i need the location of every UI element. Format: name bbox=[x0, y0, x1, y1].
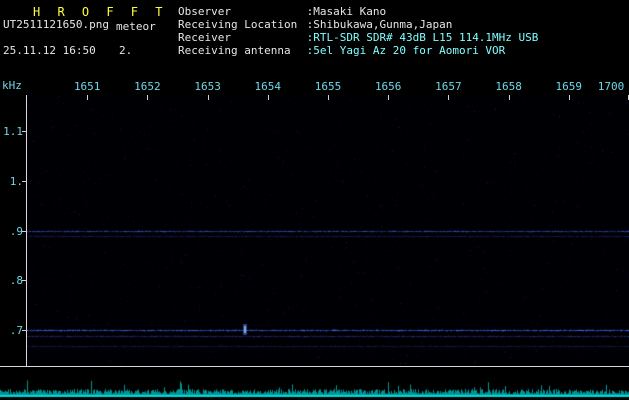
time-axis-label: 1653 bbox=[194, 80, 221, 93]
time-axis-label: 1659 bbox=[555, 80, 583, 93]
signal-level-canvas bbox=[0, 368, 629, 399]
info-label: Receiving antenna bbox=[178, 44, 291, 57]
time-axis-label: 1658 bbox=[495, 80, 522, 93]
info-label: Receiver bbox=[178, 31, 231, 44]
freq-axis-unit: kHz bbox=[2, 79, 22, 92]
echo-counter: 2. bbox=[119, 44, 133, 57]
output-filename: UT2511121650.png bbox=[3, 18, 109, 31]
freq-axis-label: .9 bbox=[9, 225, 23, 238]
info-value: :5el Yagi Az 20 for Aomori VOR bbox=[306, 44, 506, 57]
station-info: Observer :Masaki Kano Receiving Location… bbox=[178, 5, 538, 57]
freq-axis-label: .8 bbox=[9, 274, 23, 287]
info-value: :Masaki Kano bbox=[306, 5, 387, 18]
freq-axis-label: .7 bbox=[9, 324, 23, 337]
time-axis-label: 1651 bbox=[73, 80, 101, 93]
hrofft-output: H R O F F T UT2511121650.png meteor 25.1… bbox=[0, 0, 629, 400]
info-row-location: Receiving Location :Shibukawa,Gunma,Japa… bbox=[178, 18, 538, 31]
info-value: :RTL-SDR SDR# 43dB L15 114.1MHz USB bbox=[306, 31, 539, 44]
time-axis-label: 1700 bbox=[597, 80, 625, 93]
time-axis-label: 1656 bbox=[374, 80, 402, 93]
freq-axis-line bbox=[26, 95, 27, 366]
freq-axis-label: 1.1 bbox=[3, 125, 23, 138]
info-label: Receiving Location bbox=[178, 18, 298, 31]
observation-note: meteor bbox=[116, 20, 156, 33]
info-row-antenna: Receiving antenna :5el Yagi Az 20 for Ao… bbox=[178, 44, 538, 57]
datetime-label: 25.11.12 16:50 bbox=[3, 44, 96, 57]
time-axis-label: 1655 bbox=[314, 80, 342, 93]
freq-axis-label: 1. bbox=[9, 175, 23, 188]
info-value: :Shibukawa,Gunma,Japan bbox=[306, 18, 453, 31]
time-axis-label: 1652 bbox=[134, 80, 161, 93]
time-axis-label: 1654 bbox=[254, 80, 282, 93]
separator-line bbox=[0, 366, 629, 367]
info-row-receiver: Receiver :RTL-SDR SDR# 43dB L15 114.1MHz… bbox=[178, 31, 538, 44]
spectrogram-canvas bbox=[27, 95, 629, 365]
time-axis-label: 1657 bbox=[435, 80, 462, 93]
info-row-observer: Observer :Masaki Kano bbox=[178, 5, 538, 18]
app-title: H R O F F T bbox=[33, 5, 168, 19]
info-label: Observer bbox=[178, 5, 231, 18]
